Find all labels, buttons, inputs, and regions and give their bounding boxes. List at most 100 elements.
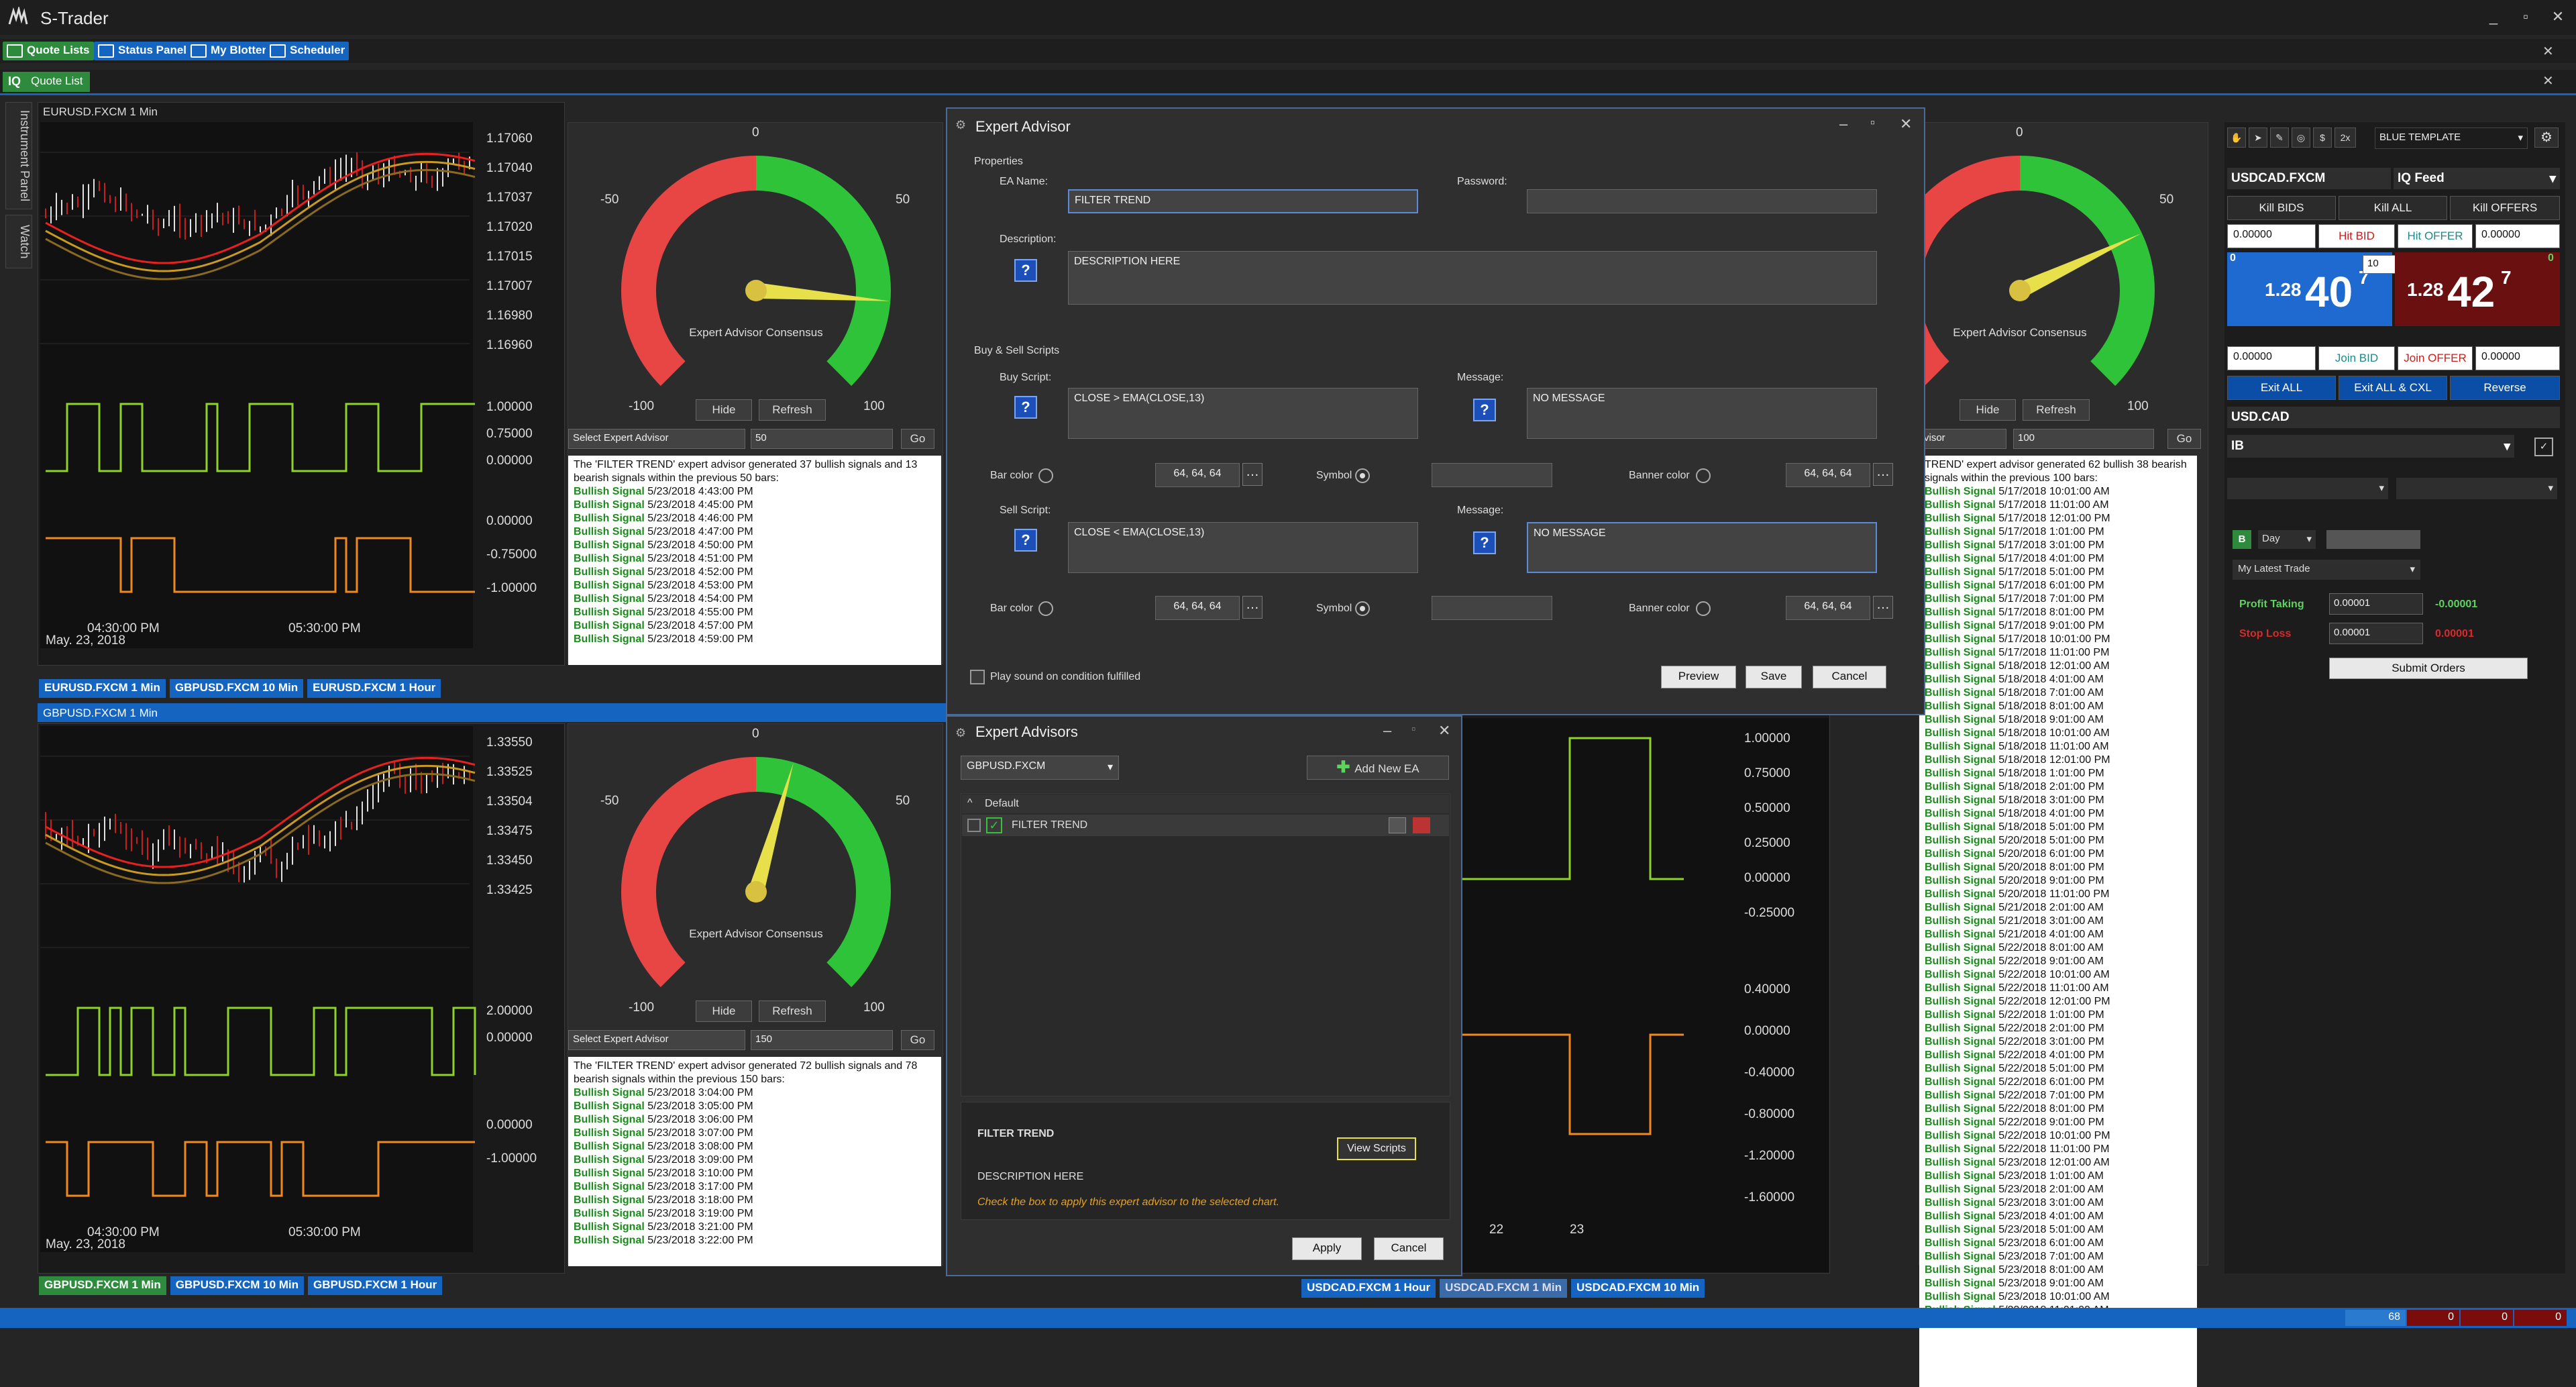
bars-input[interactable]: 50 (751, 429, 893, 449)
signal-row[interactable]: Bullish Signal 5/23/2018 4:55:00 PM (574, 606, 936, 619)
maximize-button[interactable]: ▫ (2514, 5, 2537, 28)
dialog-minimize-button[interactable]: – (1383, 722, 1391, 739)
bar-color-picker-button[interactable]: … (1242, 463, 1263, 486)
save-button[interactable]: Save (1746, 666, 1802, 688)
route-select[interactable]: ▾ (2396, 478, 2557, 499)
password-input[interactable] (1527, 189, 1877, 213)
multiplier-icon[interactable]: 2x (2334, 127, 2356, 148)
signal-row[interactable]: Bullish Signal 5/20/2018 5:01:00 PM (1925, 834, 2192, 847)
signal-row[interactable]: Bullish Signal 5/23/2018 10:01:00 AM (1925, 1290, 2192, 1304)
signal-row[interactable]: Bullish Signal 5/23/2018 4:50:00 PM (574, 539, 936, 552)
signal-row[interactable]: Bullish Signal 5/21/2018 2:01:00 AM (1925, 901, 2192, 915)
strategy-select[interactable]: My Latest Trade ▾ (2233, 560, 2420, 580)
broker-select[interactable]: IB ▾ (2227, 435, 2514, 458)
add-new-ea-button[interactable]: ✚ Add New EA (1307, 756, 1449, 780)
signal-row[interactable]: Bullish Signal 5/22/2018 8:01:00 PM (1925, 1102, 2192, 1116)
side-tab-watch[interactable]: Watch (5, 215, 32, 268)
banner-color-value[interactable]: 64, 64, 64 (1786, 596, 1870, 620)
join-qty-left-input[interactable]: 0.00000 (2227, 346, 2316, 370)
signal-row[interactable]: Bullish Signal 5/22/2018 7:01:00 PM (1925, 1089, 2192, 1102)
close-button[interactable]: ✕ (2546, 5, 2569, 28)
stop-loss-input[interactable]: 0.00001 (2329, 623, 2423, 644)
signal-row[interactable]: Bullish Signal 5/23/2018 7:01:00 AM (1925, 1250, 2192, 1264)
hit-offer-button[interactable]: Hit OFFER (2398, 224, 2473, 248)
chart-tab[interactable]: GBPUSD.FXCM 1 Hour (308, 1276, 443, 1295)
signal-row[interactable]: Bullish Signal 5/23/2018 4:51:00 PM (574, 552, 936, 566)
hand-icon[interactable]: ✋ (2227, 127, 2246, 148)
signal-row[interactable]: Bullish Signal 5/17/2018 11:01:00 AM (1925, 499, 2192, 512)
pencil-icon[interactable]: ✎ (2270, 127, 2289, 148)
select-expert-advisor[interactable]: Select Expert Advisor (568, 429, 745, 449)
join-bid-button[interactable]: Join BID (2318, 346, 2395, 370)
target-icon[interactable]: ◎ (2292, 127, 2310, 148)
signal-row[interactable]: Bullish Signal 5/17/2018 7:01:00 PM (1925, 593, 2192, 606)
go-button[interactable]: Go (901, 1030, 934, 1050)
signal-row[interactable]: Bullish Signal 5/23/2018 4:43:00 PM (574, 485, 936, 499)
chart-tab[interactable]: GBPUSD.FXCM 10 Min (170, 1276, 305, 1295)
buy-message-input[interactable]: NO MESSAGE (1527, 388, 1877, 439)
tab-close-icon[interactable]: ✕ (2542, 72, 2554, 89)
signal-row[interactable]: Bullish Signal 5/18/2018 12:01:00 PM (1925, 754, 2192, 767)
description-input[interactable]: DESCRIPTION HERE (1068, 251, 1877, 305)
signal-row[interactable]: Bullish Signal 5/23/2018 3:09:00 PM (574, 1153, 936, 1167)
signal-row[interactable]: Bullish Signal 5/22/2018 10:01:00 AM (1925, 968, 2192, 982)
signal-row[interactable]: Bullish Signal 5/18/2018 11:01:00 AM (1925, 740, 2192, 754)
minimize-button[interactable]: _ (2482, 5, 2505, 28)
bars-input[interactable]: 150 (751, 1030, 893, 1050)
go-button[interactable]: Go (2167, 429, 2201, 449)
signal-row[interactable]: Bullish Signal 5/22/2018 10:01:00 PM (1925, 1129, 2192, 1143)
dialog-maximize-button[interactable]: ▫ (1870, 115, 1875, 131)
signal-row[interactable]: Bullish Signal 5/23/2018 3:07:00 PM (574, 1127, 936, 1140)
symbol-radio[interactable] (1355, 601, 1370, 616)
signal-row[interactable]: Bullish Signal 5/18/2018 3:01:00 PM (1925, 794, 2192, 807)
edit-icon[interactable] (1389, 817, 1406, 833)
status-panel-button[interactable]: Status Panel (94, 42, 191, 60)
signal-row[interactable]: Bullish Signal 5/22/2018 11:01:00 PM (1925, 1143, 2192, 1156)
signal-list[interactable]: TREND' expert advisor generated 62 bulli… (1919, 456, 2197, 1387)
signal-row[interactable]: Bullish Signal 5/22/2018 1:01:00 PM (1925, 1009, 2192, 1022)
delete-icon[interactable] (1413, 817, 1430, 833)
signal-row[interactable]: Bullish Signal 5/21/2018 4:01:00 AM (1925, 928, 2192, 941)
dialog-maximize-button[interactable]: ▫ (1411, 722, 1415, 736)
signal-row[interactable]: Bullish Signal 5/23/2018 4:57:00 PM (574, 619, 936, 633)
refresh-button[interactable]: Refresh (759, 1000, 826, 1022)
signal-row[interactable]: Bullish Signal 5/23/2018 4:01:00 AM (1925, 1210, 2192, 1223)
signal-row[interactable]: Bullish Signal 5/23/2018 4:59:00 PM (574, 633, 936, 646)
price-chart-top[interactable]: 1.17060 1.17040 1.17037 1.17020 1.17015 1.170… (40, 122, 564, 648)
refresh-button[interactable]: Refresh (2023, 399, 2090, 421)
hide-button[interactable]: Hide (696, 399, 752, 421)
bar-color-value[interactable]: 64, 64, 64 (1155, 463, 1240, 487)
my-blotter-button[interactable]: My Blotter (186, 42, 271, 60)
signal-row[interactable]: Bullish Signal 5/23/2018 4:45:00 PM (574, 499, 936, 512)
enabled-check-icon[interactable]: ✓ (986, 817, 1002, 833)
cancel-button[interactable]: Cancel (1813, 666, 1886, 688)
signal-row[interactable]: Bullish Signal 5/17/2018 12:01:00 PM (1925, 512, 2192, 525)
settings-icon[interactable]: ⚙ (2534, 127, 2559, 148)
select-expert-advisor[interactable]: visor (1919, 429, 2006, 449)
signal-row[interactable]: Bullish Signal 5/22/2018 2:01:00 PM (1925, 1022, 2192, 1035)
help-icon[interactable]: ? (1014, 529, 1037, 552)
signal-row[interactable]: Bullish Signal 5/22/2018 12:01:00 PM (1925, 995, 2192, 1009)
trade-symbol[interactable]: USDCAD.FXCM (2227, 168, 2391, 189)
signal-row[interactable]: Bullish Signal 5/17/2018 1:01:00 PM (1925, 525, 2192, 539)
help-icon[interactable]: ? (1014, 396, 1037, 419)
signal-row[interactable]: Bullish Signal 5/23/2018 5:01:00 AM (1925, 1223, 2192, 1237)
scheduler-button[interactable]: Scheduler (266, 42, 350, 60)
signal-row[interactable]: Bullish Signal 5/23/2018 3:18:00 PM (574, 1194, 936, 1207)
preview-button[interactable]: Preview (1661, 666, 1736, 688)
signal-row[interactable]: Bullish Signal 5/17/2018 6:01:00 PM (1925, 579, 2192, 593)
signal-row[interactable]: Bullish Signal 5/23/2018 9:01:00 AM (1925, 1277, 2192, 1290)
bid-qty-input[interactable]: 0.00000 (2227, 224, 2316, 248)
banner-color-radio[interactable] (1696, 601, 1711, 616)
chart-tab[interactable]: EURUSD.FXCM 1 Hour (307, 679, 441, 698)
signal-row[interactable]: Bullish Signal 5/22/2018 6:01:00 PM (1925, 1076, 2192, 1089)
dollar-icon[interactable]: $ (2313, 127, 2332, 148)
signal-row[interactable]: Bullish Signal 5/23/2018 4:47:00 PM (574, 525, 936, 539)
buy-script-input[interactable]: CLOSE > EMA(CLOSE,13) (1068, 388, 1418, 439)
refresh-button[interactable]: Refresh (759, 399, 826, 421)
side-tab-instrument-panel[interactable]: Instrument Panel (5, 102, 32, 209)
chart-tab[interactable]: GBPUSD.FXCM 1 Min (39, 1276, 166, 1295)
checkbox-icon[interactable]: ✓ (2534, 438, 2553, 456)
side-button[interactable]: B (2233, 530, 2251, 549)
signal-row[interactable]: Bullish Signal 5/23/2018 3:01:00 AM (1925, 1196, 2192, 1210)
